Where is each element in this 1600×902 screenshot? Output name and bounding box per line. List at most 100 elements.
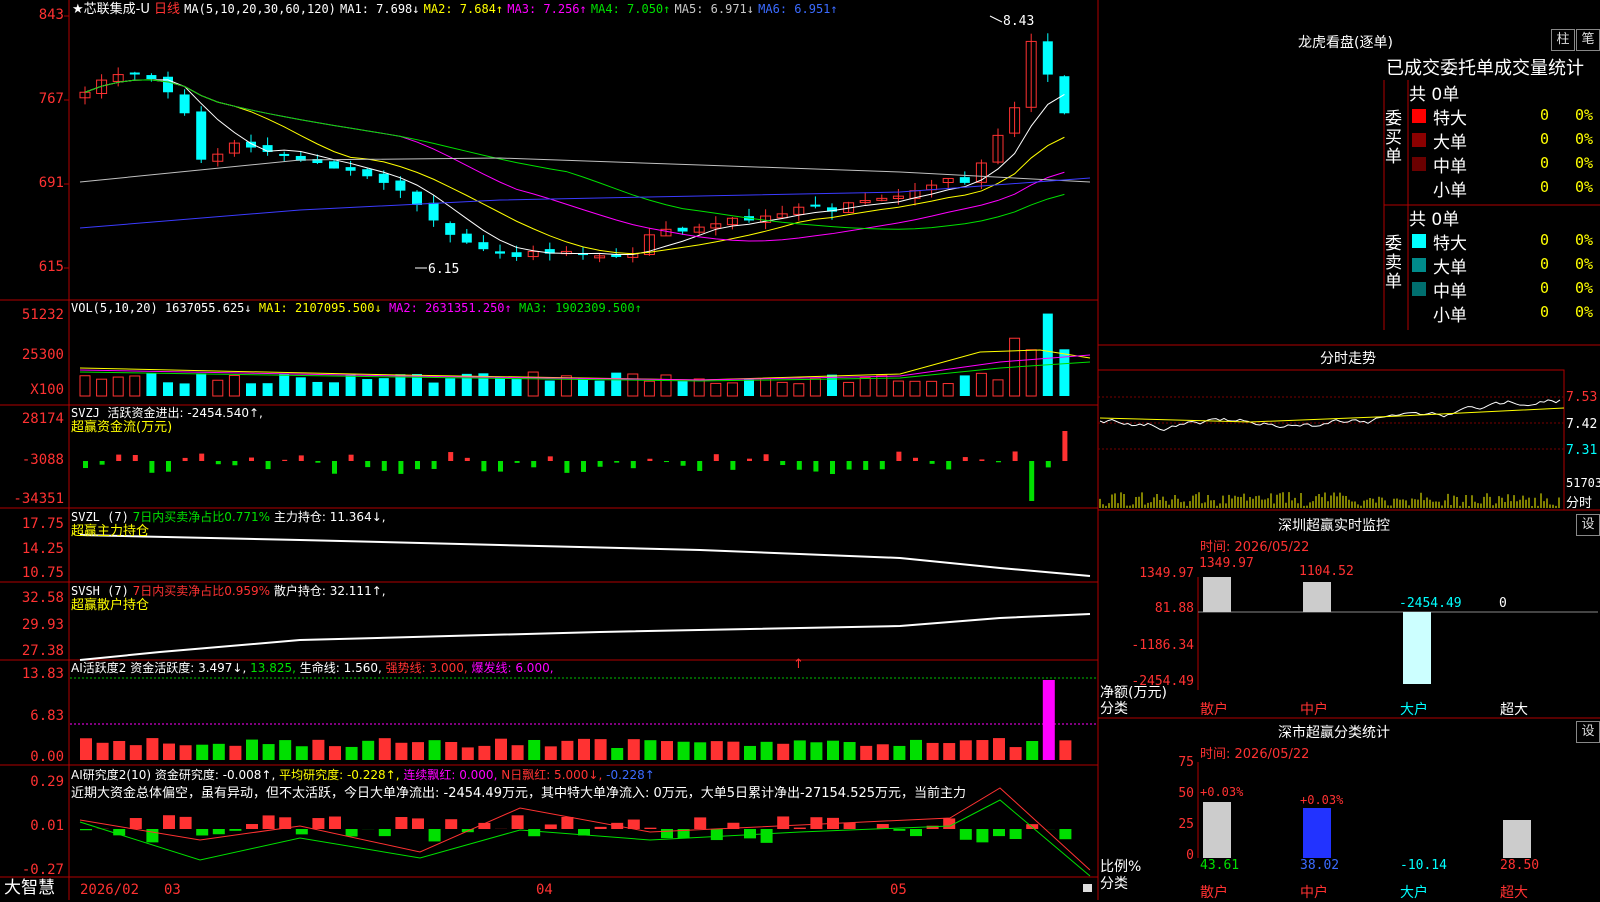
tick-mode-button[interactable]: 笔 [1576,29,1600,51]
volume-bar [727,383,737,396]
ai-active-axis-2: 0.00 [0,749,64,765]
ma2-value: MA2: 7.684↑ [424,2,503,16]
volume-bar [893,381,903,396]
activity-bar [130,745,142,760]
flow-bar [481,461,486,471]
research-bar [528,829,540,836]
volume-bar [229,375,239,396]
candle-down [678,228,688,232]
flow-bar [232,461,237,465]
ai-active-label: AI活跃度2 [71,661,126,675]
flow-bar [83,461,88,468]
sz-cat-2: 大户 [1400,699,1428,719]
svzj-axis-1: -3088 [0,452,64,468]
flow-bar [133,455,138,461]
ai-active-legend: AI活跃度2 资金活跃度: 3.497↓, 13.825, 生命线: 1.560… [71,660,554,676]
legend-swatch [1412,133,1426,147]
volume-bar [495,377,505,396]
activity-bar [462,747,474,760]
flow-bar [548,456,553,461]
volume-bar [329,382,339,396]
x-axis-label-2: 04 [536,882,553,898]
activity-bar [229,746,241,760]
buy-total: 共 0单 [1409,80,1459,105]
order-count: 0 [1540,231,1549,249]
candle-down [512,252,522,257]
dragon-tabs[interactable]: 已成交委托单成交量统计 [1386,54,1584,80]
sz-bar-value-0: 1349.97 [1199,556,1254,571]
activity-bar [545,746,557,760]
candle-down [130,73,140,75]
bar-mode-button[interactable]: 柱 [1551,29,1575,51]
research-bar [163,815,175,829]
flow-bar [747,459,752,461]
activity-bar [960,740,972,760]
lock-icon[interactable] [1083,884,1092,892]
order-label: 特大 [1433,104,1467,129]
order-pct: 0% [1575,303,1593,321]
research-bar [196,829,208,835]
volume-bar [362,379,372,396]
volume-bar [113,377,123,396]
activity-bar [827,741,839,760]
szc-xlabel: 分类 [1100,873,1128,893]
ai-active-strong: 强势线: 3.000, [386,661,468,675]
price-axis-1: 767 [0,91,64,107]
szc-top-1: +0.03% [1300,793,1343,807]
main-hold-line [80,535,1090,576]
vol-axis-unit: X100 [0,382,64,398]
stock-name[interactable]: 芯联集成-U [84,2,150,17]
svsh-legend: SVSH (7) 7日内买卖净占比0.959% 散户持仓: 32.111↑, [71,583,386,599]
volume-bar [279,374,289,396]
x-axis-label-0: 2026/02 [80,882,139,898]
activity-bar [429,740,441,760]
period-label[interactable]: 日线 [154,2,180,17]
volume-bar [180,383,190,396]
sz-cat-3: 超大 [1500,699,1528,719]
app-logo[interactable]: 大智慧 [4,880,55,896]
szc-cat-1: 中户 [1300,882,1328,902]
order-count: 0 [1540,303,1549,321]
flow-bar [349,455,354,461]
research-bar [628,820,640,829]
activity-bar [329,746,341,760]
volume-bar [296,377,306,396]
flow-bar [116,455,121,461]
activity-bar [860,746,872,760]
flow-bar [1062,431,1067,461]
volume-bar [644,381,654,396]
volume-bar [1043,314,1053,396]
low-price-label: 6.15 [428,262,459,278]
volume-bar [1026,350,1036,396]
svzl-axis-1: 14.25 [0,541,64,557]
activity-bar [263,744,275,760]
activity-bar [761,742,773,760]
ai-research-axis-0: 0.29 [0,774,64,790]
ma6-value: MA6: 6.951↑ [758,2,837,16]
candle-down [960,177,970,183]
activity-bar [727,742,739,760]
svsh-axis-2: 27.38 [0,643,64,659]
volume-bar [429,383,439,396]
activity-bar [412,742,424,760]
flow-bar [216,461,221,464]
flow-bar [515,461,520,463]
price-axis-2: 691 [0,175,64,191]
buy_orders-row: 中单00% [1385,152,1600,176]
research-bar [80,829,92,830]
sz-class-settings-button[interactable]: 设 [1576,721,1600,743]
order-count: 0 [1540,178,1549,196]
volume-bar [694,379,704,396]
flow-bar [365,461,370,467]
sz-monitor-settings-button[interactable]: 设 [1576,514,1600,536]
svzl-legend: SVZL (7) 7日内买卖净占比0.771% 主力持仓: 11.364↓, [71,509,386,525]
ai-active-axis-1: 6.83 [0,708,64,724]
szc-bottom-3: 28.50 [1500,858,1539,873]
research-bar [561,817,573,829]
szc-bottom-2: -10.14 [1400,858,1447,873]
szc-bottom-1: 38.02 [1300,858,1339,873]
activity-bar [146,738,158,760]
sz-bar-value-1: 1104.52 [1299,564,1354,579]
activity-bar [213,744,225,760]
sell_orders-row: 中单00% [1385,277,1600,301]
